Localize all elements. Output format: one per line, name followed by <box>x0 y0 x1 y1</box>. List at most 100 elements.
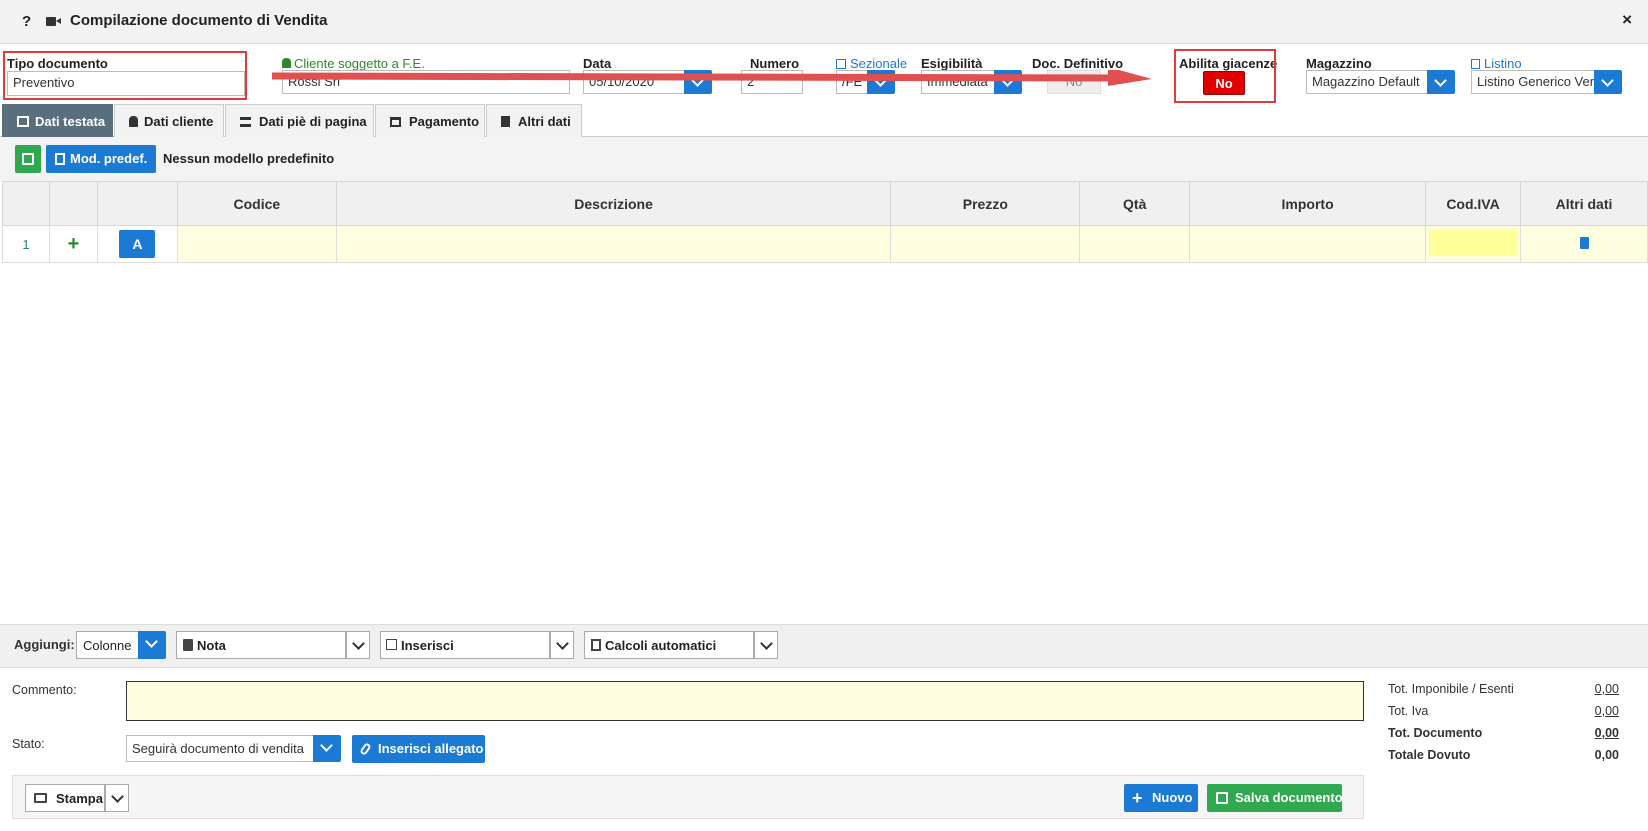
table-icon <box>17 116 29 127</box>
cliente-label: Cliente soggetto a F.E. <box>282 56 425 71</box>
calcoli-label: Calcoli automatici <box>605 638 717 653</box>
col-prezzo[interactable]: Prezzo <box>890 181 1081 226</box>
col-cod-iva[interactable]: Cod.IVA <box>1425 181 1522 226</box>
col-empty-2 <box>48 181 98 226</box>
stato-field[interactable]: Seguirà documento di vendita <box>126 735 314 762</box>
nuovo-button[interactable]: + Nuovo <box>1124 784 1198 812</box>
stampa-label: Stampa <box>56 791 103 806</box>
prezzo-cell[interactable] <box>890 225 1081 263</box>
inserisci-button[interactable]: Inserisci <box>380 631 550 659</box>
stato-dropdown-button[interactable] <box>313 735 341 762</box>
tot-imponibile-value[interactable]: 0,00 <box>1595 682 1619 696</box>
listino-dropdown-button[interactable] <box>1594 70 1622 94</box>
magazzino-field[interactable]: Magazzino Default <box>1306 70 1428 94</box>
cod-iva-cell[interactable] <box>1425 225 1522 263</box>
sezionale-label[interactable]: Sezionale <box>836 56 907 71</box>
row-a-button[interactable]: A <box>119 230 156 258</box>
tab-pagamento[interactable]: Pagamento <box>375 104 485 137</box>
col-qta[interactable]: Qtà <box>1079 181 1191 226</box>
paperclip-icon <box>359 742 372 756</box>
row-add-cell: + <box>48 225 98 263</box>
close-icon[interactable]: × <box>1622 10 1632 30</box>
copy-icon <box>1471 59 1480 69</box>
inserisci-allegato-label: Inserisci allegato <box>378 741 484 756</box>
cod-iva-input[interactable] <box>1429 229 1518 256</box>
calcoli-automatici-button[interactable]: Calcoli automatici <box>584 631 754 659</box>
tot-iva-value[interactable]: 0,00 <box>1595 704 1619 718</box>
mod-predef-button[interactable]: Mod. predef. <box>46 145 156 173</box>
colonne-dropdown-button[interactable] <box>138 631 166 659</box>
row-number-cell: 1 <box>2 225 50 263</box>
calcoli-dropdown[interactable] <box>754 631 778 659</box>
nota-button[interactable]: Nota <box>176 631 346 659</box>
table-row: 1 + A <box>2 225 1648 263</box>
salva-label: Salva documento <box>1235 790 1343 805</box>
numero-label: Numero <box>750 56 800 71</box>
colonne-select[interactable]: Colonne <box>76 631 140 659</box>
altri-dati-cell <box>1520 225 1648 263</box>
row-number: 1 <box>22 236 30 252</box>
listino-label[interactable]: Listino <box>1471 56 1522 71</box>
qta-cell[interactable] <box>1079 225 1191 263</box>
aggiungi-label: Aggiungi: <box>14 637 75 652</box>
grid-header-row: Codice Descrizione Prezzo Qtà Importo Co… <box>2 181 1648 226</box>
tab-dati-testata[interactable]: Dati testata <box>2 104 113 137</box>
importo-cell[interactable] <box>1189 225 1427 263</box>
row-a-cell: A <box>96 225 178 263</box>
sezionale-label-text: Sezionale <box>850 56 908 71</box>
tab-bar: Dati testata Dati cliente Dati piè di pa… <box>0 104 1648 137</box>
magazzino-dropdown-button[interactable] <box>1427 70 1455 94</box>
copy-icon <box>55 153 65 165</box>
col-codice[interactable]: Codice <box>176 181 337 226</box>
tab-label: Pagamento <box>409 114 480 129</box>
totale-dovuto-value: 0,00 <box>1594 748 1619 762</box>
title-bar: ? Compilazione documento di Vendita × <box>0 0 1648 44</box>
tab-altri-dati[interactable]: Altri dati <box>486 104 582 137</box>
salva-documento-button[interactable]: Salva documento <box>1207 784 1343 812</box>
col-importo[interactable]: Importo <box>1189 181 1427 226</box>
tab-label: Dati piè di pagina <box>259 114 367 129</box>
stampa-button[interactable]: Stampa <box>25 784 105 812</box>
tab-dati-cliente[interactable]: Dati cliente <box>114 104 224 137</box>
window-title: Compilazione documento di Vendita <box>70 12 328 29</box>
listino-field[interactable]: Listino Generico Ver <box>1471 70 1595 94</box>
tot-documento-label: Tot. Documento <box>1388 726 1483 740</box>
col-empty-1 <box>2 181 50 226</box>
col-empty-3 <box>96 181 178 226</box>
file-icon[interactable] <box>1579 236 1589 249</box>
nota-dropdown[interactable] <box>346 631 370 659</box>
file-icon <box>501 116 510 127</box>
descrizione-cell[interactable] <box>335 225 892 263</box>
codice-cell[interactable] <box>176 225 337 263</box>
abilita-giacenze-toggle[interactable]: No <box>1203 71 1245 95</box>
plus-icon: + <box>1132 788 1143 808</box>
stampa-dropdown[interactable] <box>105 784 129 812</box>
inserisci-label: Inserisci <box>401 638 454 653</box>
highlight-tipo-documento <box>3 51 247 100</box>
user-icon <box>129 116 138 127</box>
inserisci-allegato-button[interactable]: Inserisci allegato <box>352 735 485 763</box>
help-icon[interactable]: ? <box>22 13 31 30</box>
commento-field[interactable] <box>126 681 1364 721</box>
edit-icon <box>386 639 397 650</box>
data-label: Data <box>583 56 612 71</box>
col-descrizione[interactable]: Descrizione <box>335 181 892 226</box>
tab-label: Altri dati <box>518 114 571 129</box>
tab-dati-pie-di-pagina[interactable]: Dati piè di pagina <box>225 104 374 137</box>
col-altri-dati[interactable]: Altri dati <box>1520 181 1648 226</box>
tab-label: Dati cliente <box>144 114 214 129</box>
video-camera-icon[interactable] <box>46 17 61 26</box>
edit-icon <box>836 59 846 69</box>
calendar-icon <box>390 117 401 127</box>
calculator-icon <box>591 639 601 651</box>
cliente-label-text: Cliente soggetto a F.E. <box>294 56 425 71</box>
tot-documento-value[interactable]: 0,00 <box>1595 726 1619 740</box>
nota-label: Nota <box>197 638 226 653</box>
save-model-button[interactable] <box>15 145 41 173</box>
document-lines-grid: Codice Descrizione Prezzo Qtà Importo Co… <box>2 181 1648 263</box>
plus-icon[interactable]: + <box>68 233 80 255</box>
tot-iva-label: Tot. Iva <box>1388 704 1429 718</box>
magazzino-label: Magazzino <box>1306 56 1372 71</box>
nessun-modello-text: Nessun modello predefinito <box>163 151 335 166</box>
inserisci-dropdown[interactable] <box>550 631 574 659</box>
